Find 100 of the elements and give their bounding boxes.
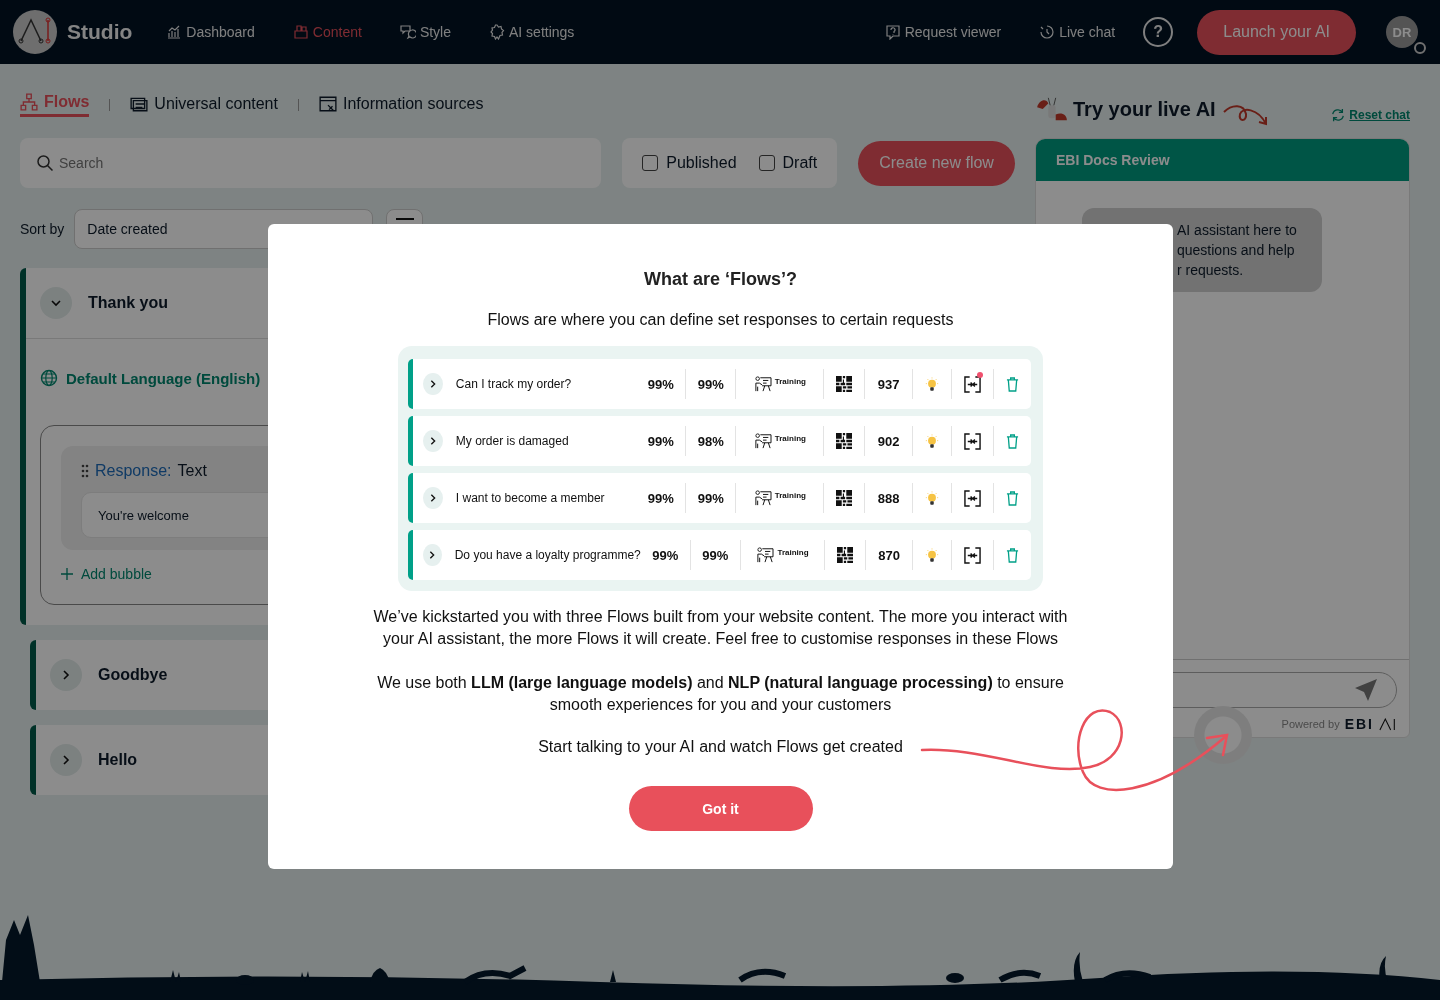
count-value: 870 — [866, 540, 913, 570]
flow-question: Do you have a loyalty programme? — [454, 548, 641, 562]
training-label: Training — [777, 547, 809, 557]
flow-question: I want to become a member — [455, 491, 606, 505]
filter-checkbox[interactable]: Draft — [758, 154, 818, 172]
qr-code-icon[interactable] — [836, 490, 853, 506]
launch-button[interactable]: Launch your AI — [1197, 9, 1356, 55]
modal-title: What are ‘Flows’? — [644, 269, 797, 290]
score-value: 99% — [640, 540, 691, 570]
response-type: Text — [177, 462, 207, 480]
flow-question: Can I track my order? — [455, 377, 573, 391]
chevron-icon — [60, 669, 72, 681]
tab[interactable]: Information sources — [318, 94, 484, 116]
chat-title: EBI Docs Review — [1056, 152, 1170, 168]
brand-text: EBI — [1344, 716, 1374, 732]
got-it-button[interactable]: Got it — [628, 786, 813, 831]
add-bubble-link[interactable]: Add bubble — [61, 566, 152, 582]
checkbox-label: Draft — [782, 154, 818, 172]
checkbox-label: Published — [666, 154, 737, 172]
score-value: 99% — [636, 483, 687, 513]
expand-button[interactable] — [423, 544, 442, 566]
chevron-icon — [60, 754, 72, 766]
qr-code-icon[interactable] — [836, 433, 853, 449]
language-label: Default Language (English) — [66, 369, 261, 387]
expand-button[interactable] — [423, 373, 443, 395]
nav-link[interactable]: Style — [399, 24, 451, 40]
hierarchy-icon — [20, 93, 38, 111]
presenter-icon — [756, 547, 775, 563]
modal-paragraph: We use both LLM (large language models) and NLP (natural language processing) to ensure smooth experiences for you and your customers — [376, 673, 1065, 715]
status-indicator — [1414, 42, 1426, 54]
transfer-icon[interactable] — [964, 432, 981, 450]
message-text: questions and help — [1177, 241, 1296, 260]
training-label: Training — [774, 376, 806, 386]
response-type-label: Response: — [95, 462, 172, 480]
boxes-icon — [292, 24, 309, 40]
trash-icon[interactable] — [1006, 547, 1019, 563]
flow-title: Goodbye — [98, 666, 168, 684]
drag-handle-icon[interactable] — [81, 464, 89, 478]
training-label: Training — [774, 490, 806, 500]
speech-bubble-icon — [399, 24, 416, 40]
score-value: 98% — [686, 426, 737, 456]
chart-icon — [166, 24, 183, 40]
count-value: 902 — [865, 426, 913, 456]
presenter-icon — [753, 490, 772, 506]
nav-link[interactable]: Live chat — [1039, 24, 1116, 40]
browser-icon — [318, 94, 337, 113]
brand-name: Studio — [67, 20, 133, 44]
help-button[interactable]: ? — [1143, 17, 1174, 47]
message-text: AI assistant here to — [1177, 221, 1298, 240]
transfer-icon[interactable] — [964, 375, 981, 393]
qr-code-icon[interactable] — [836, 376, 853, 392]
create-flow-button[interactable]: Create new flow — [858, 140, 1015, 186]
clock-icon — [1039, 24, 1056, 40]
expand-button[interactable] — [423, 430, 443, 452]
nav-link[interactable]: Request viewer — [884, 24, 1002, 40]
count-value: 888 — [865, 483, 913, 513]
presenter-icon — [753, 433, 772, 449]
question-board-icon — [884, 24, 901, 40]
checkbox[interactable] — [758, 155, 775, 171]
gear-icon — [489, 24, 505, 40]
message-text: r requests. — [1177, 261, 1245, 280]
trash-icon[interactable] — [1006, 433, 1019, 449]
plus-icon — [61, 568, 73, 580]
send-icon[interactable] — [1354, 678, 1378, 702]
logo-mark-icon — [1379, 717, 1397, 731]
reset-chat-link[interactable]: Reset chat — [1331, 108, 1410, 122]
filter-checkbox[interactable]: Published — [642, 154, 737, 172]
count-value: 937 — [865, 369, 913, 399]
score-value: 99% — [686, 483, 737, 513]
score-value: 99% — [690, 540, 741, 570]
presenter-icon — [753, 376, 772, 392]
logo-icon — [12, 9, 58, 55]
expand-button[interactable] — [423, 487, 443, 509]
lobster-icon — [1035, 96, 1069, 122]
modal-paragraph: We’ve kickstarted you with three Flows built from your website content. The more you interact with your AI assistant, the more Flows it will create. Feel free to customise responses in these Flows — [372, 607, 1069, 649]
search-icon — [36, 154, 54, 172]
powered-by-text: Powered by — [1281, 718, 1340, 730]
qr-code-icon[interactable] — [837, 547, 854, 563]
chevron-icon — [50, 297, 62, 309]
modal-subtitle: Flows are where you can define set responses to certain requests — [487, 311, 954, 329]
search-field[interactable]: Search — [20, 138, 602, 188]
score-value: 99% — [636, 369, 687, 399]
sort-label: Sort by — [20, 221, 65, 237]
trash-icon[interactable] — [1006, 376, 1019, 392]
chat-heading: Try your live AI — [1073, 97, 1216, 121]
transfer-icon[interactable] — [964, 489, 981, 507]
tab[interactable]: Universal content — [130, 94, 278, 116]
checkbox[interactable] — [642, 155, 659, 171]
nav-link[interactable]: Dashboard — [166, 24, 255, 40]
score-value: 99% — [636, 426, 687, 456]
transfer-icon[interactable] — [964, 546, 981, 564]
nav-link[interactable]: AI settings — [489, 24, 575, 40]
refresh-icon — [1331, 108, 1346, 122]
globe-icon — [40, 369, 58, 387]
flow-question: My order is damaged — [455, 434, 570, 448]
flow-title: Hello — [98, 751, 138, 769]
training-label: Training — [774, 433, 806, 443]
flow-title: Thank you — [88, 294, 168, 312]
trash-icon[interactable] — [1006, 490, 1019, 506]
score-value: 99% — [686, 369, 737, 399]
